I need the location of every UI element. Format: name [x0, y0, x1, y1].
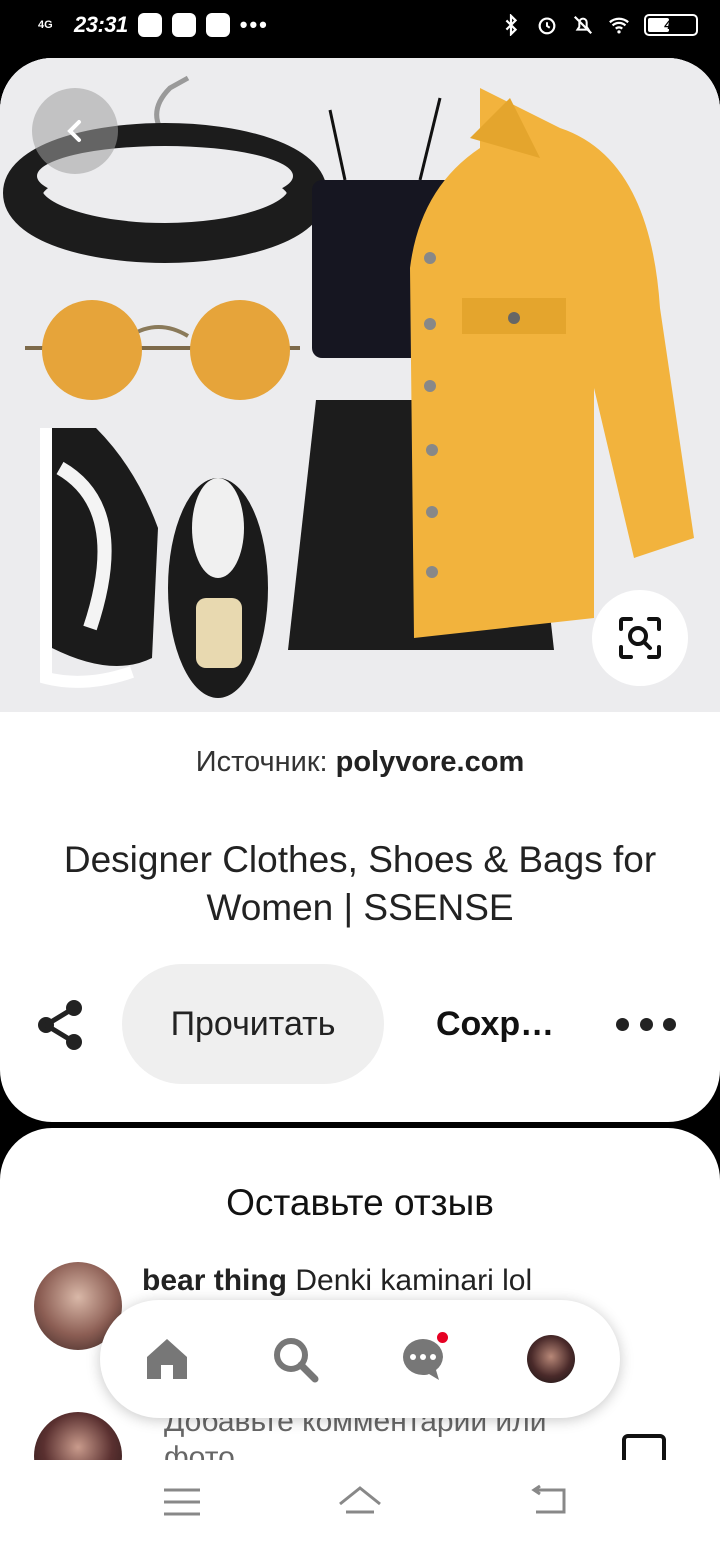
home-icon: [147, 1339, 187, 1379]
back-button[interactable]: [32, 88, 118, 174]
nav-home[interactable]: [140, 1332, 194, 1386]
source-label: Источник:: [195, 746, 328, 778]
more-notifications-icon: •••: [239, 12, 269, 37]
pin-source: Источник: polyvore.com: [0, 746, 720, 779]
status-time: 23:31: [74, 12, 128, 37]
profile-avatar: [527, 1335, 575, 1383]
share-icon[interactable]: [34, 998, 88, 1052]
battery-indicator: 45: [644, 14, 698, 36]
wifi-icon: [609, 17, 629, 34]
pin-action-row: Прочитать Сохр…: [0, 964, 720, 1084]
nav-messages[interactable]: [396, 1332, 450, 1386]
search-icon: [274, 1338, 319, 1383]
comment-item: bear thing Denki kaminari lol: [142, 1264, 532, 1298]
notification-app-icon: [137, 13, 162, 37]
nav-search[interactable]: [268, 1332, 322, 1386]
notification-badge: [437, 1332, 448, 1343]
bluetooth-icon: [505, 14, 518, 36]
more-dot: [639, 1017, 653, 1031]
more-icon[interactable]: [616, 1004, 676, 1044]
mute-icon: [573, 15, 593, 35]
read-button[interactable]: Прочитать: [122, 964, 384, 1084]
more-dot: [663, 1017, 676, 1031]
system-navigation-bar: [0, 1460, 720, 1544]
message-notification-icon: [171, 13, 196, 37]
network-indicator: 4G: [38, 19, 53, 31]
source-domain-link[interactable]: polyvore.com: [336, 746, 525, 778]
status-bar: 4G 23:31 ••• 45: [0, 0, 720, 58]
comments-title: Оставьте отзыв: [226, 1182, 494, 1223]
visual-search-icon: [619, 617, 661, 659]
visual-search-button[interactable]: [592, 590, 688, 686]
pin-card: Источник: polyvore.com Designer Clothes,…: [0, 58, 720, 1122]
youtube-notification-icon: [205, 13, 230, 37]
bottom-nav: [100, 1300, 620, 1418]
battery-level: 45: [664, 18, 678, 32]
back-icon[interactable]: [526, 1482, 570, 1522]
back-arrow-icon: [67, 120, 81, 142]
home-gesture-icon[interactable]: [338, 1482, 382, 1522]
nav-profile[interactable]: [524, 1332, 578, 1386]
comment-body: Denki kaminari lol: [295, 1264, 533, 1297]
alarm-icon: [538, 17, 556, 35]
more-dot: [616, 1017, 629, 1031]
menu-icon[interactable]: [160, 1482, 204, 1522]
pin-title: Designer Clothes, Shoes & Bags for Women…: [63, 839, 657, 928]
comment-author[interactable]: bear thing: [142, 1264, 287, 1297]
save-button[interactable]: Сохр…: [436, 964, 554, 1084]
